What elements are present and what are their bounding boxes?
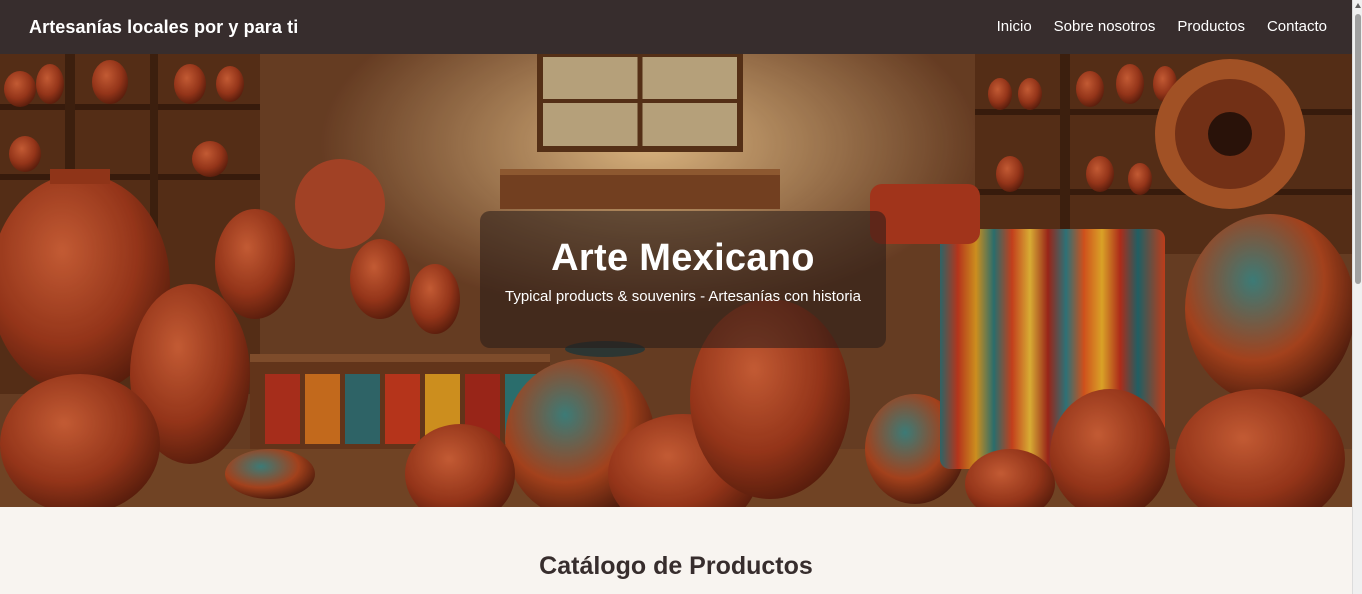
main-nav: Inicio Sobre nosotros Productos Contacto xyxy=(997,18,1327,36)
nav-item-inicio: Inicio xyxy=(997,18,1032,36)
hero-title: Arte Mexicano xyxy=(551,237,815,279)
nav-link-inicio[interactable]: Inicio xyxy=(997,18,1032,35)
nav-item-sobre-nosotros: Sobre nosotros xyxy=(1054,18,1156,36)
site-header: Artesanías locales por y para ti Inicio … xyxy=(0,0,1352,54)
nav-item-contacto: Contacto xyxy=(1267,18,1327,36)
nav-link-sobre-nosotros[interactable]: Sobre nosotros xyxy=(1054,18,1156,35)
nav-item-productos: Productos xyxy=(1177,18,1245,36)
hero-caption: Arte Mexicano Typical products & souveni… xyxy=(480,211,886,348)
hero-banner: Arte Mexicano Typical products & souveni… xyxy=(0,54,1352,507)
nav-link-productos[interactable]: Productos xyxy=(1177,18,1245,35)
catalog-section: Catálogo de Productos xyxy=(0,507,1352,594)
scrollbar-thumb[interactable] xyxy=(1355,14,1361,284)
scroll-up-arrow-icon[interactable] xyxy=(1355,3,1361,8)
hero-subtitle: Typical products & souvenirs - Artesanía… xyxy=(504,288,861,305)
page-scrollbar[interactable] xyxy=(1352,0,1362,594)
nav-link-contacto[interactable]: Contacto xyxy=(1267,18,1327,35)
site-brand[interactable]: Artesanías locales por y para ti xyxy=(29,17,298,38)
page: Artesanías locales por y para ti Inicio … xyxy=(0,0,1362,594)
catalog-heading: Catálogo de Productos xyxy=(539,552,813,580)
